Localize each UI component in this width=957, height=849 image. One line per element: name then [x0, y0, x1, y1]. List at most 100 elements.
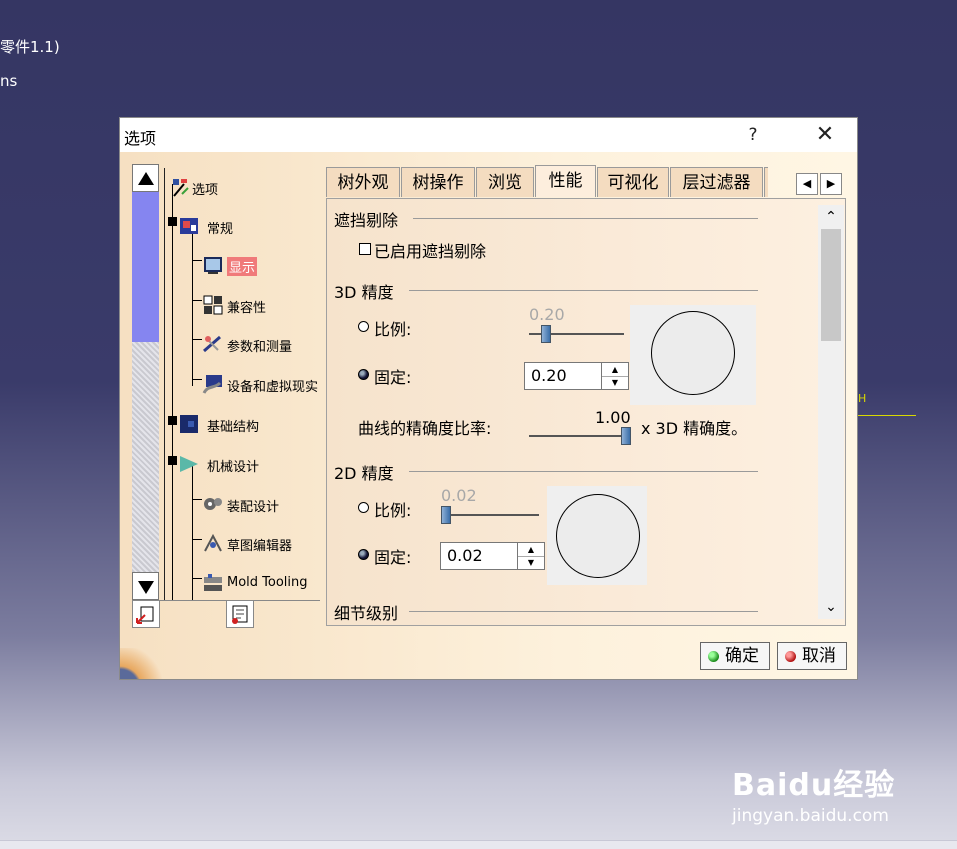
occlusion-checkbox-label[interactable]: 已启用遮挡剔除	[374, 238, 486, 262]
performance-panel: 遮挡剔除 已启用遮挡剔除 3D 精度 比例: 0.20 固定: 0.20 ▲ ▼…	[326, 198, 846, 626]
tree-label: 参数和测量	[227, 340, 293, 355]
ratio-3d-slider-thumb[interactable]	[541, 325, 551, 343]
options-icon	[173, 179, 189, 197]
spinner-up-icon[interactable]: ▲	[518, 543, 544, 557]
fixed-2d-radio[interactable]	[358, 549, 369, 560]
tree-scroll-down-button[interactable]	[132, 572, 159, 600]
import-icon	[136, 606, 154, 624]
tree-label: 草图编辑器	[227, 539, 293, 554]
tab-visualization[interactable]: 可视化	[597, 167, 669, 197]
cancel-label: 取消	[802, 646, 836, 666]
curve-ratio-slider-thumb[interactable]	[621, 427, 631, 445]
triangle-up-icon	[138, 172, 154, 185]
content-scrollbar[interactable]: ⌃ ⌄	[818, 205, 844, 619]
chevron-up-icon[interactable]: ⌃	[818, 205, 844, 229]
ok-button[interactable]: 确定	[700, 642, 770, 670]
level-of-detail-title: 细节级别	[334, 604, 399, 623]
spinner-buttons: ▲ ▼	[601, 363, 628, 389]
options-tree: 选项 常规 显示 兼容性 参数和测量 设备和虚拟现实 基础结构 机械设计 装配设…	[164, 164, 321, 600]
tree-label: 设备和虚拟现实	[227, 380, 319, 395]
preview-circle	[556, 494, 640, 578]
section-rule	[409, 471, 758, 472]
spinner-down-icon[interactable]: ▼	[602, 376, 628, 389]
axis-h-label: H	[858, 392, 867, 405]
ok-dot-icon	[708, 651, 719, 662]
chevron-down-icon[interactable]: ⌄	[818, 595, 844, 619]
mold-tooling-icon	[204, 574, 222, 591]
tree-connector	[192, 300, 202, 301]
ratio-2d-slider[interactable]	[441, 514, 539, 516]
tree-scroll-up-button[interactable]	[132, 164, 159, 192]
fixed-2d-value[interactable]: 0.02	[447, 546, 483, 565]
curve-ratio-suffix: x 3D 精确度。	[641, 419, 748, 438]
precision-3d-title: 3D 精度	[334, 283, 394, 302]
occlusion-checkbox[interactable]	[359, 243, 371, 255]
background-title-fragment: 零件1.1)	[0, 38, 60, 56]
tab-layer-filter[interactable]: 层过滤器	[670, 167, 763, 197]
fixed-2d-spinner[interactable]: 0.02 ▲ ▼	[440, 542, 545, 570]
tab-scroll-left-button[interactable]: ◀	[796, 173, 818, 195]
tab-truncated[interactable]: 线	[764, 167, 768, 197]
axis-h-line	[858, 415, 916, 416]
tree-connector	[192, 464, 193, 600]
assembly-icon	[204, 498, 222, 510]
ratio-2d-slider-thumb[interactable]	[441, 506, 451, 524]
curve-ratio-value: 1.00	[595, 408, 631, 427]
fixed-3d-label[interactable]: 固定:	[374, 364, 411, 388]
tree-label: 基础结构	[207, 420, 260, 435]
tree-connector	[192, 339, 202, 340]
tree-scrollbar[interactable]	[132, 164, 159, 600]
tab-performance[interactable]: 性能	[535, 165, 596, 197]
tree-collapse-icon[interactable]	[168, 456, 177, 465]
parameters-icon	[203, 335, 221, 353]
curve-ratio-slider[interactable]	[529, 435, 629, 437]
tree-scroll-thumb[interactable]	[132, 192, 159, 342]
ratio-3d-label[interactable]: 比例:	[374, 316, 411, 340]
options-import-button[interactable]	[132, 600, 160, 628]
spinner-down-icon[interactable]: ▼	[518, 556, 544, 569]
mechanical-design-icon	[180, 456, 198, 472]
baidu-watermark: Bai⁠du经验 jingyan.baidu.com	[732, 760, 895, 826]
spinner-buttons: ▲ ▼	[517, 543, 544, 569]
dialog-title: 选项	[124, 129, 157, 148]
tree-label: 装配设计	[227, 500, 280, 515]
tree-label: 选项	[192, 183, 219, 198]
help-button[interactable]: ?	[738, 122, 768, 148]
fixed-2d-label[interactable]: 固定:	[374, 544, 411, 568]
general-icon	[180, 218, 198, 234]
ratio-2d-label[interactable]: 比例:	[374, 497, 411, 521]
options-export-button[interactable]	[226, 600, 254, 628]
precision-2d-title: 2D 精度	[334, 464, 394, 483]
tree-label: 机械设计	[207, 460, 260, 475]
tree-label: 显示	[227, 257, 258, 276]
tab-scroll-right-button[interactable]: ▶	[820, 173, 842, 195]
close-button[interactable]: ✕	[805, 122, 845, 148]
content-scroll-thumb[interactable]	[821, 229, 841, 341]
ratio-3d-radio[interactable]	[358, 321, 369, 332]
ratio-3d-value: 0.20	[529, 305, 565, 324]
tree-connector	[172, 184, 173, 600]
fixed-3d-value[interactable]: 0.20	[531, 366, 567, 385]
ratio-2d-radio[interactable]	[358, 502, 369, 513]
ok-label: 确定	[725, 646, 759, 666]
tab-strip: 树外观 树操作 浏览 性能 可视化 层过滤器 线	[326, 165, 768, 197]
tab-tree-manipulation[interactable]: 树操作	[401, 167, 475, 197]
spinner-up-icon[interactable]: ▲	[602, 363, 628, 377]
tree-collapse-icon[interactable]	[168, 416, 177, 425]
tab-tree-appearance[interactable]: 树外观	[326, 167, 400, 197]
tree-collapse-icon[interactable]	[168, 217, 177, 226]
triangle-down-icon	[138, 581, 154, 594]
sketcher-icon	[204, 533, 222, 552]
preview-circle	[651, 311, 735, 395]
options-dialog: 选项 ? ✕ 选项 常规 显示 兼容性 参数和测量 设备和虚拟现实 基础结构 机…	[119, 117, 858, 680]
cancel-button[interactable]: 取消	[777, 642, 847, 670]
fixed-3d-radio[interactable]	[358, 369, 369, 380]
tree-connector	[192, 260, 202, 261]
tab-navigation[interactable]: 浏览	[476, 167, 534, 197]
fixed-3d-spinner[interactable]: 0.20 ▲ ▼	[524, 362, 629, 390]
tree-connector	[192, 578, 202, 579]
tree-connector	[192, 226, 193, 386]
dialog-titlebar[interactable]: 选项 ? ✕	[120, 118, 857, 152]
tree-connector	[192, 499, 202, 500]
tree-label: 常规	[207, 222, 234, 237]
